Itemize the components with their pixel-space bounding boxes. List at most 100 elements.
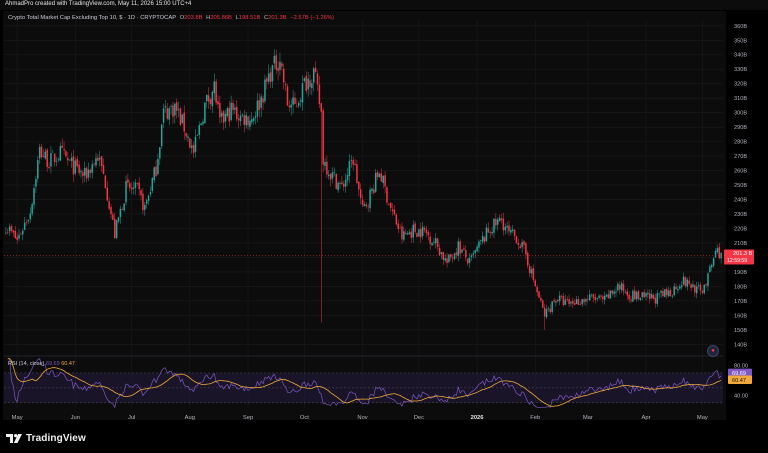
time-tick-label: Dec (414, 415, 424, 421)
candle-body (95, 158, 97, 166)
candle-body (412, 224, 414, 238)
candle-body (527, 253, 529, 266)
rsi-value: 69.69 (45, 361, 60, 367)
candle-body (510, 229, 512, 233)
candle-body (504, 226, 506, 231)
candle-body (613, 291, 615, 294)
candle-body (346, 175, 349, 181)
candle-body (523, 241, 525, 245)
candle-body (675, 286, 677, 290)
candle-body (305, 75, 307, 92)
candle-body (207, 95, 210, 102)
candle-body (313, 68, 315, 83)
rsi-tick-label: 40.00 (734, 393, 748, 399)
candle-body (190, 145, 193, 148)
price-axis[interactable]: 140B150B160B170B180B190B200B210B220B230B… (734, 24, 747, 349)
candle-body (478, 241, 480, 248)
candle-body (665, 288, 668, 296)
tradingview-logo-text: TradingView (26, 433, 86, 444)
us-flag-icon[interactable]: ● (707, 345, 719, 357)
candle-body (329, 173, 332, 180)
candle-body (80, 171, 82, 173)
candle-body (425, 229, 428, 233)
price-tick-label: 280B (734, 140, 747, 146)
candle-body (688, 280, 690, 284)
price-tick-label: 250B (734, 183, 747, 189)
candle-body (162, 108, 165, 123)
time-tick-label: Feb (530, 415, 540, 421)
price-tick-label: 190B (734, 270, 747, 276)
candle-body (399, 227, 401, 229)
candle-body (33, 188, 35, 205)
candle-body (55, 160, 58, 162)
time-tick-label: Jun (71, 415, 80, 421)
candle-body (299, 100, 302, 102)
candle-body (427, 232, 430, 236)
candle-body (645, 293, 647, 297)
candle-body (660, 290, 662, 293)
candle-body (189, 138, 191, 148)
candle-body (5, 232, 7, 234)
candle-body (160, 124, 163, 147)
candle-body (517, 243, 520, 246)
candle-body (543, 307, 546, 317)
candle-body (459, 241, 461, 254)
candle-body (224, 113, 227, 122)
candle-body (251, 119, 253, 123)
price-tick-label: 240B (734, 198, 747, 204)
candle-body (18, 234, 20, 239)
candle-body (500, 218, 503, 221)
time-axis[interactable]: May Jun Jul Aug Sep Oct Nov Dec 2026 Feb Mar Apr May (12, 415, 708, 421)
candle-body (650, 294, 653, 298)
rsi-ma-label: 60.47 (732, 378, 746, 384)
candle-body (502, 218, 505, 231)
candle-body (395, 214, 398, 225)
candle-body (311, 83, 313, 89)
time-tick-label: May (12, 415, 23, 421)
candle-body (29, 213, 32, 220)
candle-body (511, 229, 514, 231)
symbol-legend[interactable]: Crypto Total Market Cap Excluding Top 10… (8, 15, 334, 21)
candle-body (401, 226, 403, 240)
price-tick-label: 140B (734, 342, 747, 348)
candle-body (573, 303, 576, 305)
time-tick-label: Jul (128, 415, 135, 421)
tradingview-logo[interactable]: TradingView (6, 433, 86, 444)
candle-body (664, 289, 666, 297)
high-value: 205.86B (210, 15, 232, 21)
candle-body (61, 145, 63, 148)
candle-body (588, 294, 591, 301)
candle-body (232, 102, 234, 110)
candle-body (314, 67, 317, 72)
rsi-legend[interactable]: RSI (14, close) 69.69 60.47 (8, 361, 75, 367)
candle-body (594, 297, 597, 301)
candle-body (102, 165, 105, 174)
candle-body (540, 298, 542, 301)
candle-body (435, 238, 437, 244)
candle-body (438, 247, 441, 256)
candle-body (236, 106, 238, 120)
candle-body (662, 290, 664, 297)
candle-body (288, 105, 291, 108)
chart-svg[interactable]: 140B150B160B170B180B190B200B210B220B230B… (0, 0, 768, 453)
candle-body (108, 201, 110, 209)
candle-body (356, 164, 358, 184)
candle-body (230, 102, 232, 120)
time-tick-label: 2026 (471, 415, 485, 421)
candle-body (352, 160, 354, 165)
candle-body (27, 219, 30, 222)
candle-body (465, 249, 467, 258)
candle-body (677, 289, 679, 291)
candle-body (256, 100, 259, 117)
candle-body (301, 83, 304, 103)
candle-body (534, 280, 537, 287)
candle-body (292, 97, 294, 105)
last-value-marks: 201.3 B12:59:5969.6960.47 (4, 249, 754, 385)
candle-body (596, 298, 598, 300)
candle-body (406, 233, 409, 235)
candle-body (100, 156, 103, 167)
candle-body (8, 226, 11, 232)
candle-body (617, 283, 619, 291)
candle-body (382, 175, 384, 184)
candle-body (632, 290, 634, 302)
